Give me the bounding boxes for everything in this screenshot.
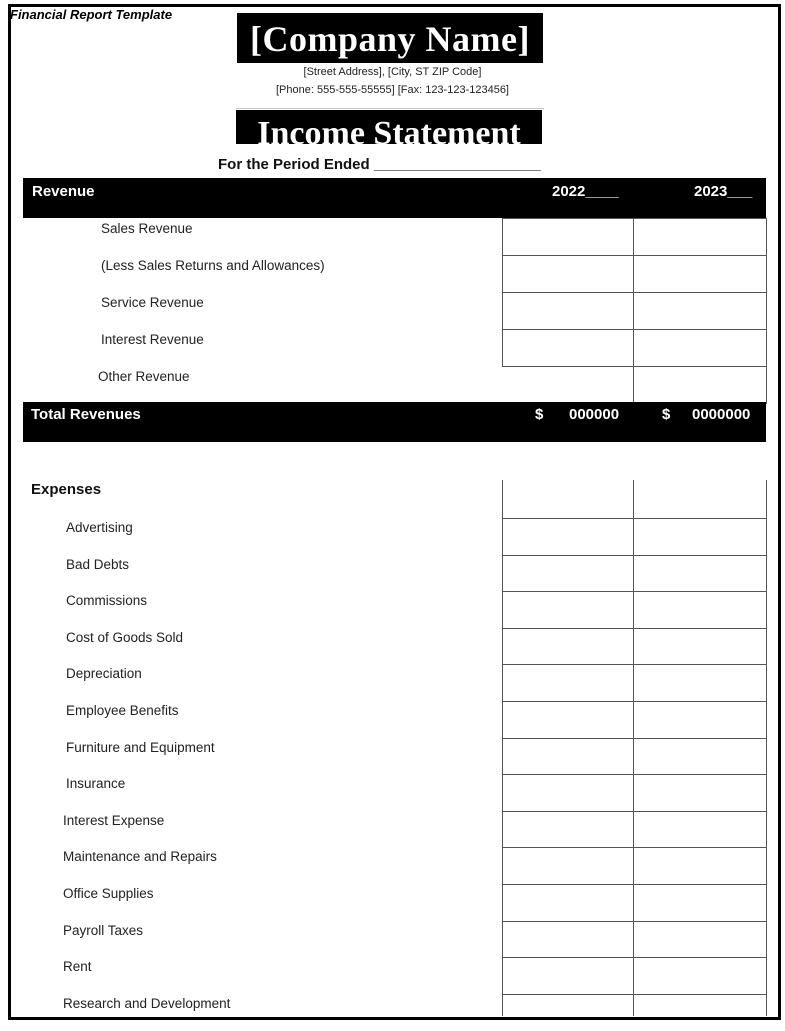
- expense-year1-cell[interactable]: [503, 885, 633, 921]
- expense-item-label: Bad Debts: [66, 557, 130, 572]
- expense-item-label: Maintenance and Repairs: [63, 849, 217, 864]
- total-year2-value[interactable]: 0000000: [692, 406, 750, 423]
- revenue-year2-cell[interactable]: [633, 218, 767, 256]
- expense-year1-cell[interactable]: [503, 812, 633, 848]
- expense-item-label: Employee Benefits: [66, 703, 179, 718]
- expense-item-label: Office Supplies: [63, 886, 154, 901]
- expense-year2-cell[interactable]: [634, 812, 766, 848]
- revenue-year1-cell[interactable]: [502, 255, 634, 293]
- expense-year2-cell[interactable]: [634, 848, 766, 884]
- company-address[interactable]: [Street Address], [City, ST ZIP Code]: [200, 66, 585, 78]
- expense-year2-cell[interactable]: [634, 995, 766, 1031]
- expense-year2-cell[interactable]: [634, 885, 766, 921]
- revenue-year2-cell[interactable]: [633, 366, 767, 404]
- revenue-year1-cell[interactable]: [502, 329, 634, 367]
- year2-column-header[interactable]: 2023___: [694, 183, 752, 200]
- expense-year1-cell[interactable]: [503, 958, 633, 994]
- expense-year1-cell[interactable]: [503, 739, 633, 775]
- statement-title: Income Statement: [236, 110, 542, 144]
- expense-column-line: [766, 480, 767, 1016]
- expense-year2-cell[interactable]: [634, 665, 766, 701]
- expense-year2-cell[interactable]: [634, 592, 766, 628]
- expense-year2-cell[interactable]: [634, 629, 766, 665]
- period-line[interactable]: For the Period Ended ___________________…: [218, 156, 541, 173]
- expense-year1-cell[interactable]: [503, 995, 633, 1031]
- expense-year2-cell[interactable]: [634, 775, 766, 811]
- expense-item-label: Commissions: [66, 593, 148, 608]
- total-year2-currency: $: [662, 406, 671, 423]
- revenue-year1-cell[interactable]: [502, 218, 634, 256]
- expense-item-label: Rent: [63, 959, 92, 974]
- expense-item-label: Cost of Goods Sold: [66, 630, 184, 645]
- expense-item-label: Advertising: [66, 520, 133, 535]
- revenue-header-bar: Revenue 2022____ 2023___: [23, 178, 766, 218]
- expense-item-label: Depreciation: [66, 666, 142, 681]
- revenue-header-label: Revenue: [32, 183, 95, 200]
- revenue-item-label: Other Revenue: [98, 369, 190, 384]
- expense-year1-cell[interactable]: [503, 922, 633, 958]
- revenue-year2-cell[interactable]: [633, 292, 767, 330]
- expense-year2-cell[interactable]: [634, 958, 766, 994]
- expenses-header-label: Expenses: [31, 481, 102, 498]
- revenue-year1-cell[interactable]: [502, 292, 634, 330]
- total-year1-currency: $: [535, 406, 544, 423]
- expense-item-label: Furniture and Equipment: [66, 740, 215, 755]
- company-contact[interactable]: [Phone: 555-555-55555] [Fax: 123-123-123…: [200, 84, 585, 96]
- company-name[interactable]: [Company Name]: [237, 13, 543, 63]
- revenue-year2-cell[interactable]: [633, 329, 767, 367]
- expense-year1-cell[interactable]: [503, 665, 633, 701]
- expense-year2-cell[interactable]: [634, 519, 766, 555]
- document-label: Financial Report Template: [10, 7, 173, 22]
- expense-year1-cell[interactable]: [503, 702, 633, 738]
- header-divider: [236, 108, 544, 109]
- revenue-item-label: (Less Sales Returns and Allowances): [101, 258, 325, 273]
- expense-year1-cell[interactable]: [503, 848, 633, 884]
- expense-year2-cell[interactable]: [634, 702, 766, 738]
- expense-year2-cell[interactable]: [634, 739, 766, 775]
- expense-year1-cell[interactable]: [503, 592, 633, 628]
- total-year1-value[interactable]: 000000: [569, 406, 619, 423]
- expense-item-label: Insurance: [66, 776, 126, 791]
- expense-year2-cell[interactable]: [634, 556, 766, 592]
- total-revenues-label: Total Revenues: [31, 406, 141, 423]
- expense-year1-cell[interactable]: [503, 775, 633, 811]
- total-revenues-bar: Total Revenues $ 000000 $ 0000000: [23, 402, 766, 442]
- expense-year2-cell[interactable]: [634, 922, 766, 958]
- expense-year1-cell[interactable]: [503, 629, 633, 665]
- expense-item-label: Interest Expense: [63, 813, 165, 828]
- revenue-year2-cell[interactable]: [633, 255, 767, 293]
- expense-year1-cell[interactable]: [503, 519, 633, 555]
- revenue-item-label: Service Revenue: [101, 295, 204, 310]
- expense-item-label: Research and Development: [63, 996, 231, 1011]
- expense-year1-cell[interactable]: [503, 556, 633, 592]
- revenue-item-label: Interest Revenue: [101, 332, 204, 347]
- year1-column-header[interactable]: 2022____: [552, 183, 619, 200]
- revenue-item-label: Sales Revenue: [101, 221, 193, 236]
- expense-item-label: Payroll Taxes: [63, 923, 144, 938]
